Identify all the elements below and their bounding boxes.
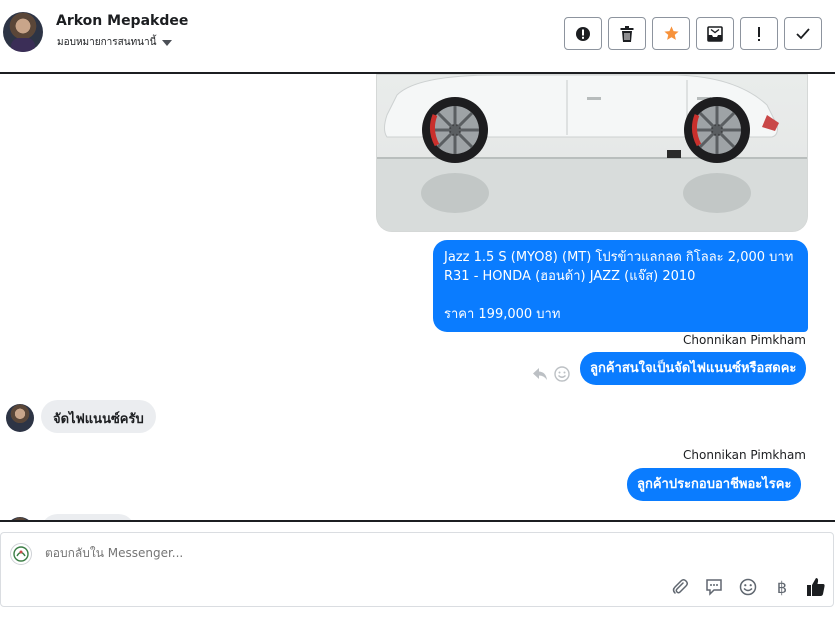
assign-label: มอบหมายการสนทนานี้	[57, 37, 157, 48]
react-emoji-icon[interactable]	[554, 366, 570, 382]
reply-composer: ฿	[0, 532, 834, 607]
emoji-button[interactable]	[737, 576, 759, 598]
like-button[interactable]	[805, 576, 827, 598]
mark-done-button[interactable]	[784, 17, 822, 50]
alert-circle-icon	[576, 26, 590, 41]
car-photo[interactable]	[376, 74, 808, 232]
baht-icon: ฿	[776, 577, 788, 597]
like-icon	[807, 578, 825, 596]
delete-button[interactable]	[608, 17, 646, 50]
page-avatar	[10, 543, 32, 565]
message-actions	[532, 366, 570, 382]
saved-reply-icon	[706, 579, 722, 596]
attach-icon	[672, 579, 688, 594]
star-icon	[663, 26, 679, 40]
contact-avatar-small[interactable]	[6, 404, 34, 432]
spam-alert-button[interactable]	[564, 17, 602, 50]
archive-icon	[707, 25, 723, 42]
contact-avatar[interactable]	[3, 12, 43, 52]
page-logo-icon	[13, 546, 29, 562]
listing-message-bubble[interactable]: Jazz 1.5 S (MYO8) (MT) โปรข้าวแลกลด กิโล…	[433, 240, 808, 332]
reply-icon[interactable]	[532, 367, 548, 381]
incoming-message-bubble[interactable]: จัดไฟแนนซ์ครับ	[41, 400, 156, 433]
thread-divider	[0, 520, 835, 522]
assign-conversation-dropdown[interactable]: มอบหมายการสนทนานี้	[57, 35, 173, 50]
car-illustration	[377, 75, 807, 231]
message-thread[interactable]: Jazz 1.5 S (MYO8) (MT) โปรข้าวแลกลด กิโล…	[0, 74, 835, 520]
reply-input[interactable]	[45, 546, 765, 560]
caret-down-icon	[162, 39, 173, 46]
star-button[interactable]	[652, 17, 690, 50]
sender-name: Chonnikan Pimkham	[683, 448, 806, 462]
outgoing-message-bubble[interactable]: ลูกค้าสนใจเป็นจัดไฟแนนซ์หรือสดคะ	[580, 352, 807, 385]
contact-name[interactable]: Arkon Mepakdee	[56, 13, 188, 29]
follow-up-button[interactable]	[740, 17, 778, 50]
listing-model: R31 - HONDA (ฮอนด้า) JAZZ (แจ๊ส) 2010	[444, 269, 696, 284]
emoji-icon	[739, 578, 757, 596]
composer-toolbar: ฿	[669, 576, 827, 598]
saved-reply-button[interactable]	[703, 576, 725, 598]
exclamation-icon	[758, 26, 760, 41]
checkmark-icon	[796, 27, 810, 39]
listing-title: Jazz 1.5 S (MYO8) (MT) โปรข้าวแลกลด กิโล…	[444, 250, 794, 265]
sender-name: Chonnikan Pimkham	[683, 333, 806, 347]
outgoing-message-bubble[interactable]: ลูกค้าประกอบอาชีพอะไรคะ	[627, 468, 802, 501]
archive-button[interactable]	[696, 17, 734, 50]
conversation-header: Arkon Mepakdee มอบหมายการสนทนานี้	[0, 0, 835, 74]
conversation-toolbar	[564, 17, 822, 50]
listing-price: ราคา 199,000 บาท	[444, 307, 561, 322]
payment-button[interactable]: ฿	[771, 576, 793, 598]
attach-button[interactable]	[669, 576, 691, 598]
trash-icon	[620, 25, 634, 42]
